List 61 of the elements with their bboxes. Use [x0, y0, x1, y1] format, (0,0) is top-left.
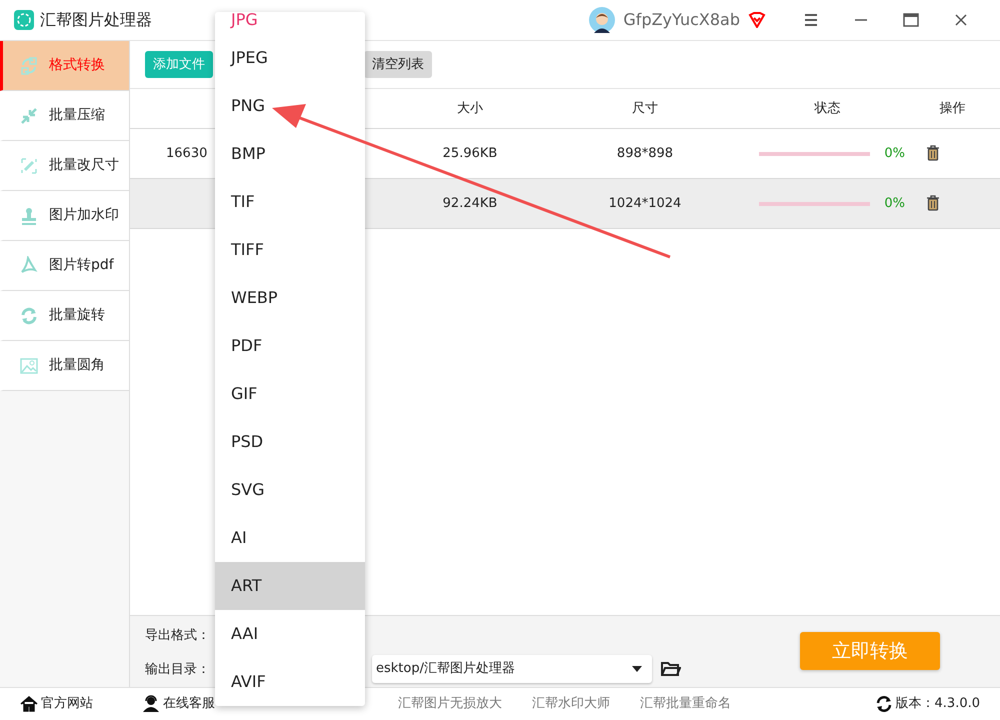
resize-icon	[19, 156, 39, 176]
stamp-icon	[19, 206, 39, 226]
format-option[interactable]: TIF	[215, 178, 365, 226]
footer-link[interactable]: 在线客服	[142, 694, 215, 714]
format-option[interactable]: AI	[215, 514, 365, 562]
format-option[interactable]: PNG	[215, 82, 365, 130]
clear-list-button[interactable]: 清空列表	[364, 50, 432, 78]
caret-icon	[632, 666, 642, 672]
user-name[interactable]: GfpZyYucX8ab	[623, 8, 740, 32]
format-option[interactable]: TIFF	[215, 226, 365, 274]
format-option[interactable]: PDF	[215, 322, 365, 370]
format-option[interactable]: WEBP	[215, 274, 365, 322]
swap-icon	[19, 56, 39, 76]
format-option[interactable]: JPEG	[215, 34, 365, 82]
image-icon	[19, 356, 39, 376]
format-option[interactable]: ART	[215, 562, 365, 610]
file-size: 25.96KB	[442, 146, 498, 161]
format-option[interactable]: PSD	[215, 418, 365, 466]
vip-icon	[748, 12, 766, 28]
version-text: 版本：4.3.0.0	[896, 695, 980, 714]
footer-link[interactable]: 官方网站	[20, 694, 93, 714]
pdf-icon	[19, 256, 39, 276]
delete-icon[interactable]	[924, 194, 940, 212]
footer-link[interactable]: 汇帮水印大师	[532, 694, 610, 714]
support-icon	[142, 695, 160, 713]
progress-percent: 0%	[884, 144, 905, 163]
file-name: 16630	[166, 146, 208, 161]
format-option[interactable]: SVG	[215, 466, 365, 514]
format-option[interactable]: JPG	[215, 12, 365, 34]
output-folder-select[interactable]: esktop/汇帮图片处理器	[372, 655, 652, 683]
format-option[interactable]: AVIF	[215, 658, 365, 706]
format-option[interactable]: AAI	[215, 610, 365, 658]
refresh-icon	[19, 306, 39, 326]
column-header: 状态	[814, 100, 840, 116]
progress-percent: 0%	[884, 194, 905, 213]
sidebar-item[interactable]: 批量改尺寸	[0, 141, 129, 191]
folder-icon[interactable]	[661, 661, 681, 677]
column-header: 操作	[940, 100, 966, 116]
sidebar-item[interactable]: 图片加水印	[0, 191, 129, 241]
image-dimensions: 898*898	[616, 146, 674, 161]
image-dimensions: 1024*1024	[608, 196, 682, 211]
sidebar-item[interactable]: 批量压缩	[0, 91, 129, 141]
footer-link[interactable]: 汇帮图片无损放大	[398, 694, 502, 714]
footer-link[interactable]: 汇帮批量重命名	[640, 694, 731, 714]
sidebar-item[interactable]: 图片转pdf	[0, 241, 129, 291]
home-icon	[20, 695, 38, 713]
sidebar-item[interactable]: 批量旋转	[0, 291, 129, 341]
file-size: 92.24KB	[442, 196, 498, 211]
app-title: 汇帮图片处理器	[40, 9, 152, 31]
compress-icon	[19, 106, 39, 126]
field-label: 输出目录：	[145, 661, 210, 679]
refresh-icon	[876, 696, 892, 712]
avatar-icon	[589, 7, 616, 33]
logo-icon	[14, 10, 34, 30]
format-option[interactable]: GIF	[215, 370, 365, 418]
sidebar-item[interactable]: 批量圆角	[0, 341, 129, 391]
column-header: 尺寸	[632, 100, 658, 116]
field-label: 导出格式：	[145, 627, 210, 645]
format-option[interactable]: BMP	[215, 130, 365, 178]
column-header: 大小	[457, 100, 483, 116]
delete-icon[interactable]	[924, 144, 940, 162]
